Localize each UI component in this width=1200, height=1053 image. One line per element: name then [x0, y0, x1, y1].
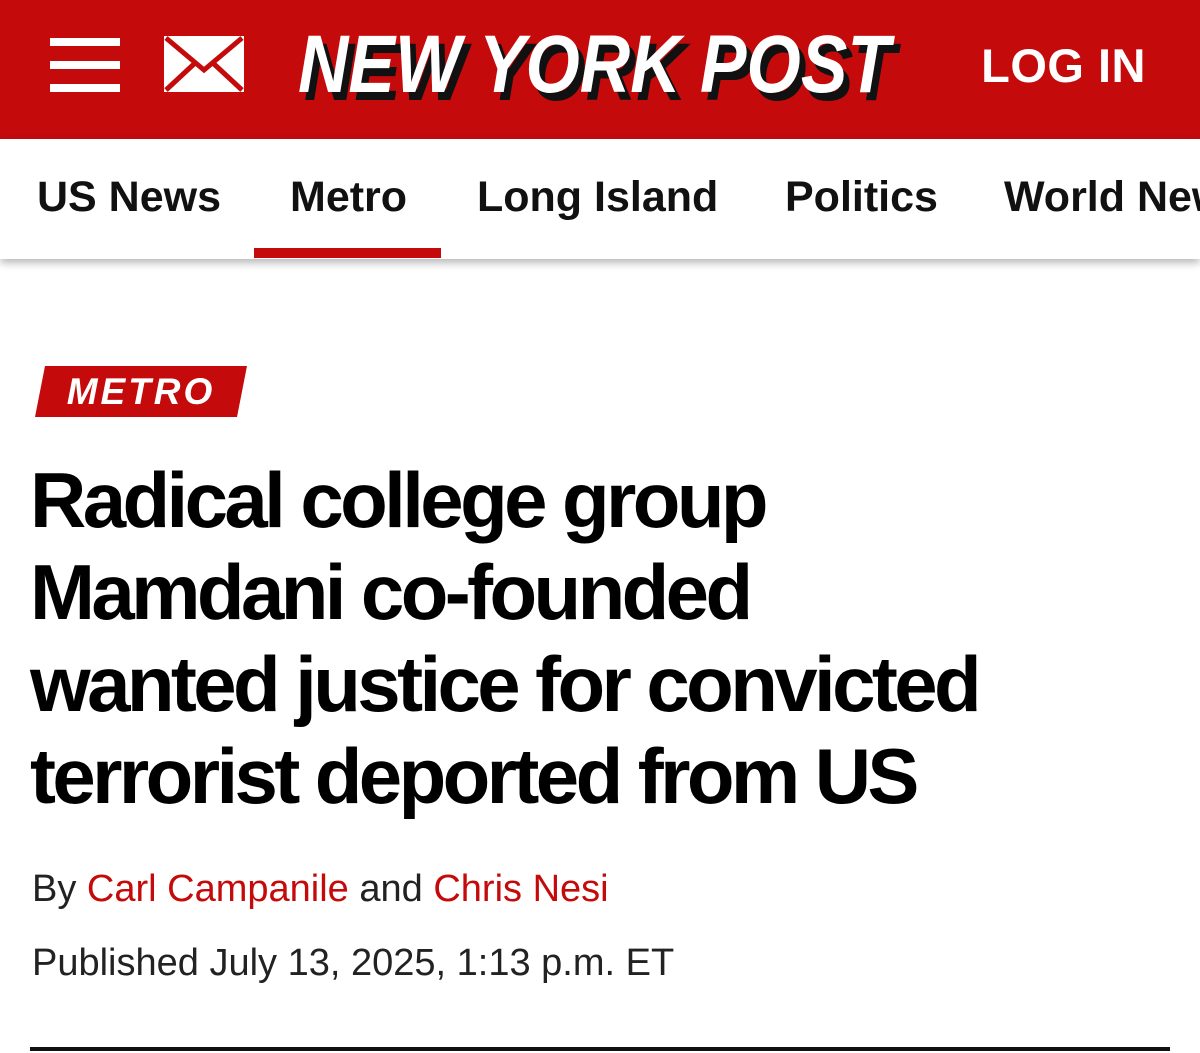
- section-divider: [30, 1047, 1170, 1051]
- nav-item-politics[interactable]: Politics: [785, 173, 938, 222]
- section-tag-label: METRO: [66, 371, 216, 412]
- section-tag[interactable]: METRO: [35, 366, 247, 417]
- headline-line: Radical college group: [30, 456, 769, 544]
- author-link[interactable]: Chris Nesi: [433, 868, 608, 910]
- byline: By Carl Campanile and Chris Nesi: [32, 868, 609, 911]
- byline-conjunction: and: [359, 868, 423, 910]
- menu-line: [50, 84, 120, 92]
- envelope-icon[interactable]: [162, 34, 246, 94]
- headline-line: Mamdani co-founded: [30, 548, 753, 636]
- section-nav: US News Metro Long Island Politics World…: [0, 139, 1200, 259]
- hamburger-menu-icon[interactable]: [50, 36, 120, 94]
- nav-item-metro[interactable]: Metro: [290, 173, 407, 222]
- publish-timestamp: Published July 13, 2025, 1:13 p.m. ET: [32, 942, 675, 984]
- nav-item-us-news[interactable]: US News: [37, 173, 221, 222]
- top-header-bar: NEW YORK POST NEW YORK POST LOG IN: [0, 0, 1200, 139]
- page: NEW YORK POST NEW YORK POST LOG IN US Ne…: [0, 0, 1200, 1053]
- headline-line: terrorist deported from US: [30, 732, 919, 820]
- article-headline: Radical college group Mamdani co-founded…: [30, 454, 1180, 822]
- active-nav-indicator: [254, 248, 441, 258]
- logo-text: NEW YORK POST: [298, 19, 895, 110]
- author-link[interactable]: Carl Campanile: [87, 868, 349, 910]
- nav-item-long-island[interactable]: Long Island: [477, 173, 718, 222]
- menu-line: [50, 38, 120, 46]
- new-york-post-logo[interactable]: NEW YORK POST NEW YORK POST: [296, 14, 904, 114]
- menu-line: [50, 61, 120, 69]
- headline-line: wanted justice for convicted: [30, 640, 982, 728]
- byline-prefix: By: [32, 868, 77, 910]
- login-button[interactable]: LOG IN: [981, 38, 1146, 93]
- nav-item-world-news[interactable]: World News: [1004, 173, 1200, 222]
